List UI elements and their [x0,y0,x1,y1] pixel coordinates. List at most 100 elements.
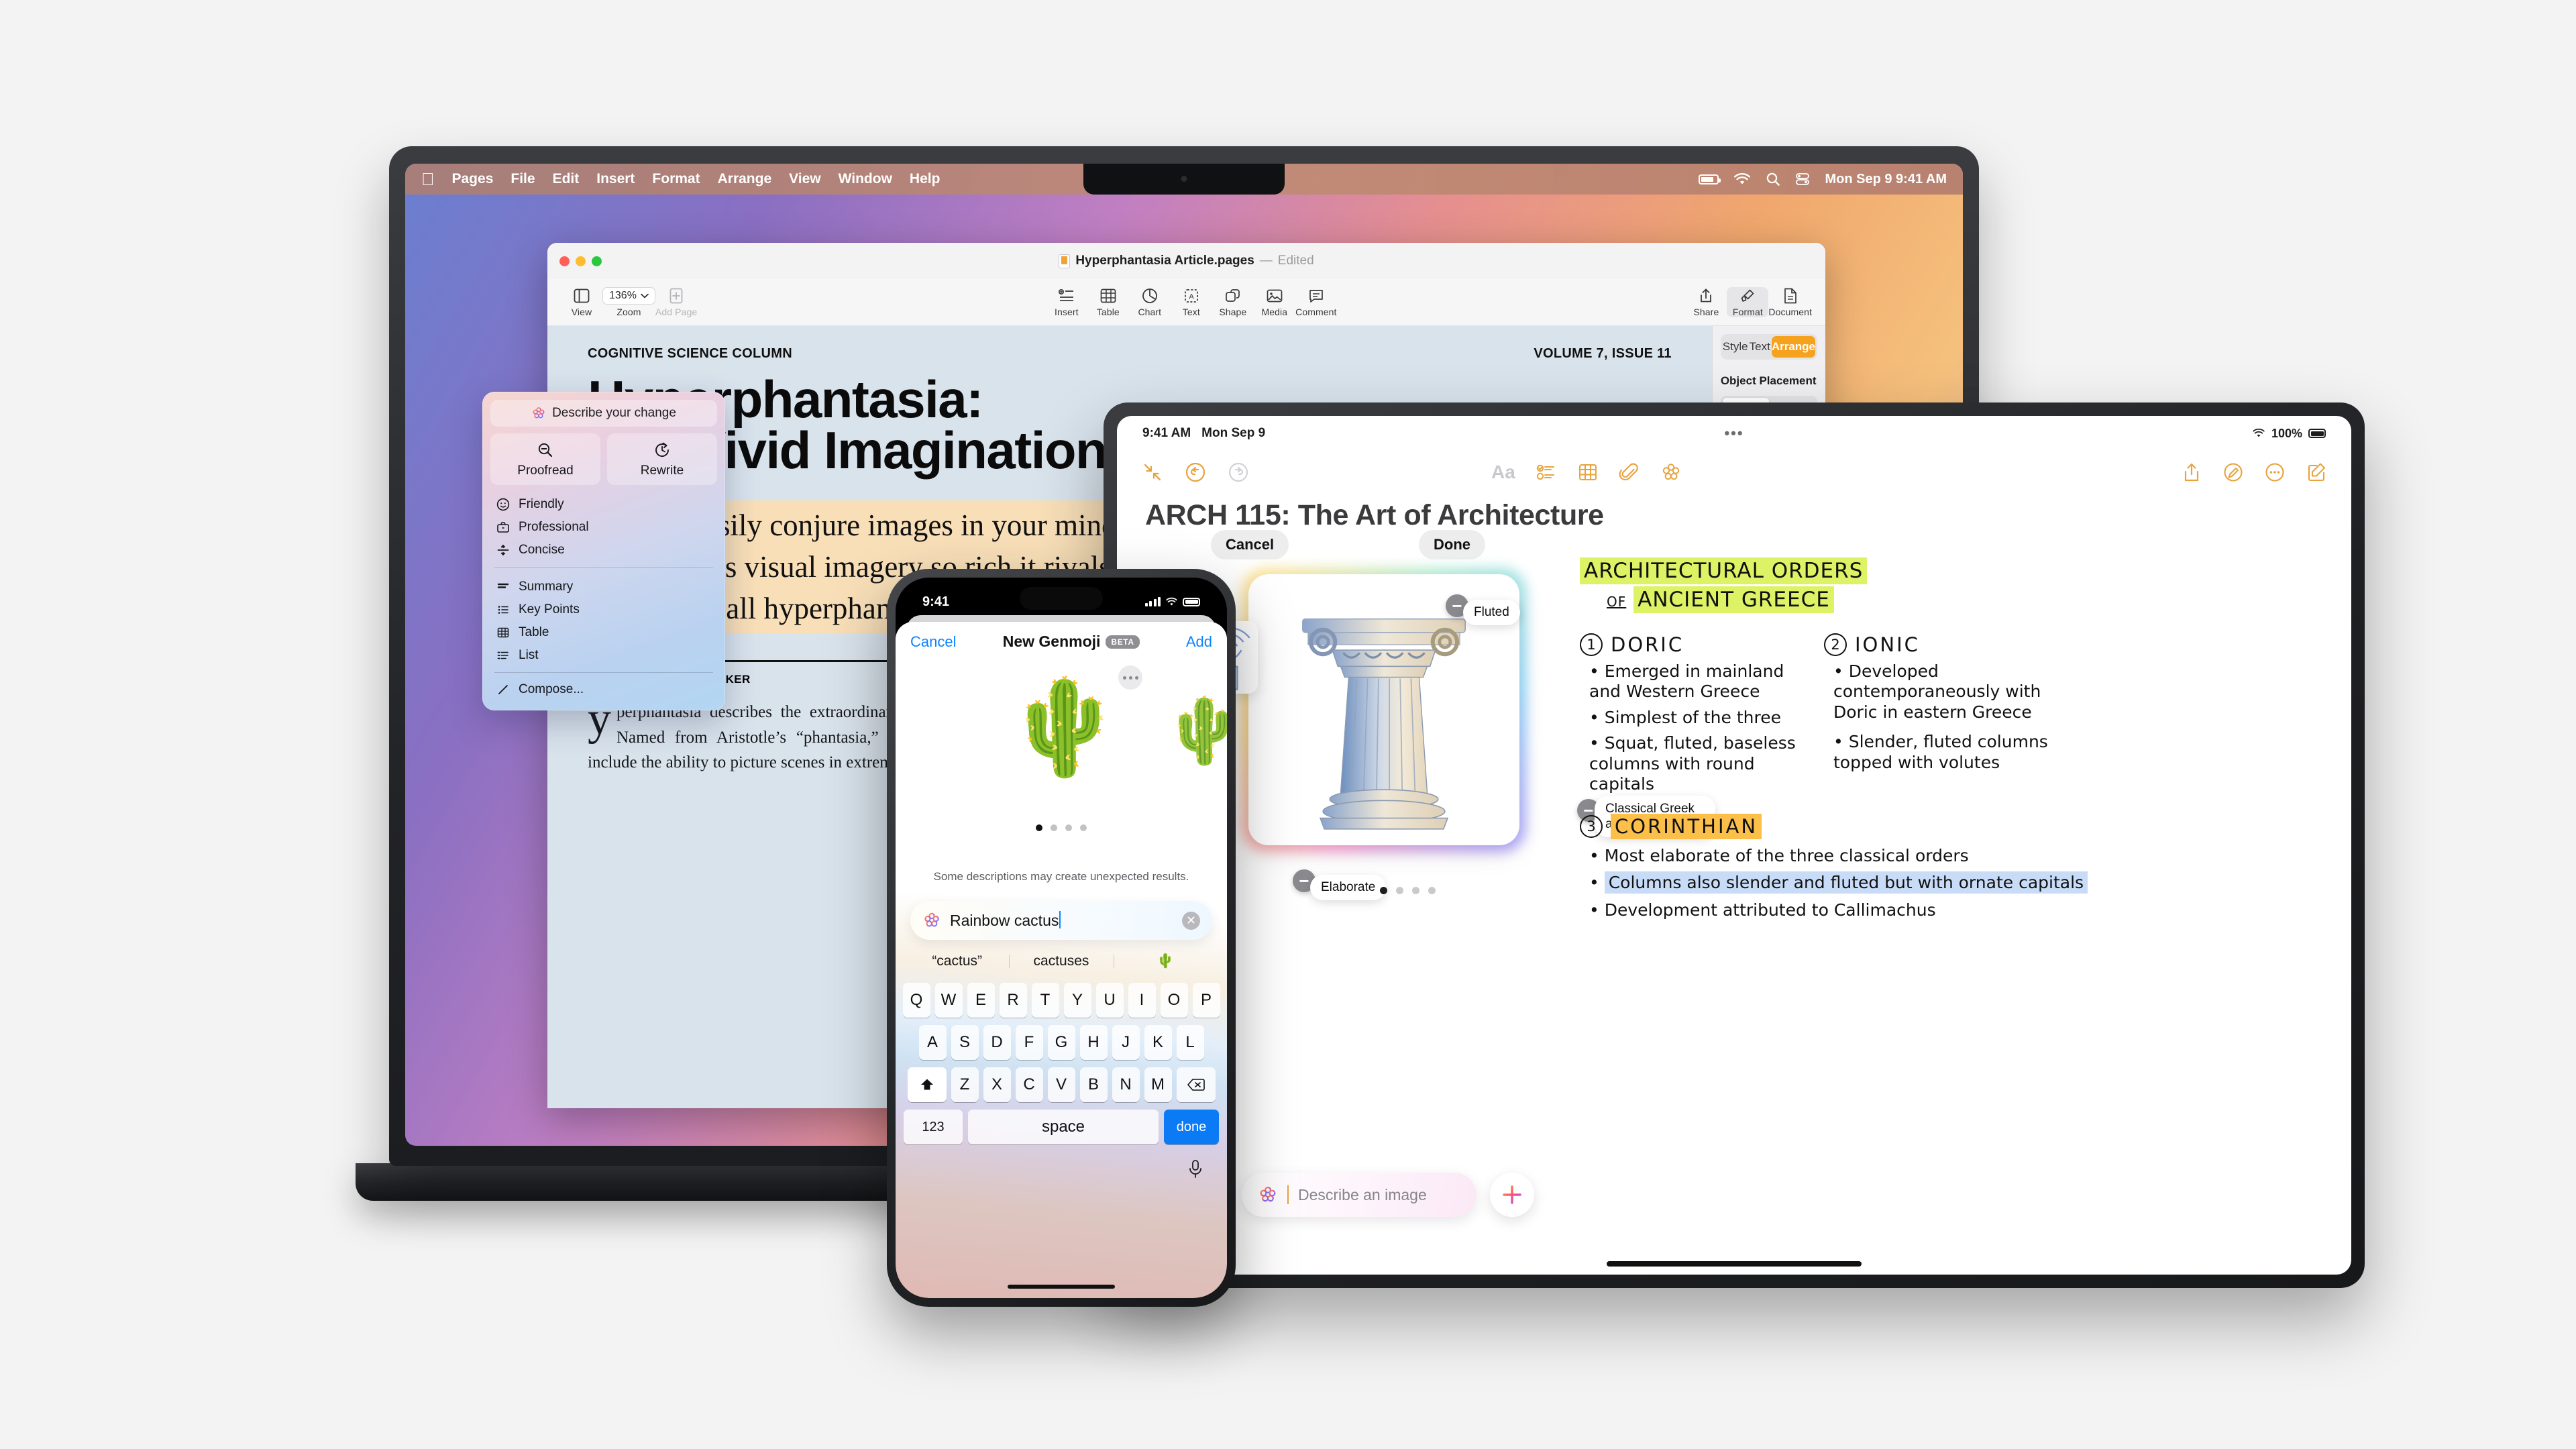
tab-style[interactable]: Style [1723,336,1748,358]
menu-item-file[interactable]: File [511,171,535,187]
control-center-icon[interactable] [1795,172,1810,186]
tab-arrange[interactable]: Arrange [1771,336,1815,358]
proofread-button[interactable]: Proofread [490,433,600,485]
format-tabs[interactable]: Style Text Arrange [1720,334,1817,360]
genmoji-dot-2[interactable] [1051,824,1057,831]
format-list-item[interactable]: List [490,644,717,667]
share-icon[interactable] [2181,462,2202,483]
rainbow-cactus-genmoji-alt[interactable]: 🌵 [1164,699,1227,763]
genmoji-dot-4[interactable] [1080,824,1087,831]
ipad-note-body[interactable]: ARCH 115: The Art of Architecture Cancel… [1117,494,2351,1275]
delete-backspace-icon[interactable] [1176,1067,1216,1102]
key-s[interactable]: S [951,1025,979,1060]
key-d[interactable]: D [983,1025,1011,1060]
menubar-clock[interactable]: Mon Sep 9 9:41 AM [1825,172,1947,187]
key-z[interactable]: Z [951,1067,979,1102]
key-p[interactable]: P [1192,983,1220,1018]
key-c[interactable]: C [1015,1067,1043,1102]
apple-logo-icon[interactable]:  [421,170,435,188]
iphone-home-indicator[interactable] [1008,1285,1115,1289]
image-playground-icon[interactable] [1660,462,1682,483]
playground-page-dots[interactable] [1380,887,1436,894]
format-key-points-item[interactable]: Key Points [490,598,717,621]
suggestion-3[interactable]: 🌵 [1113,949,1218,973]
key-t[interactable]: T [1031,983,1059,1018]
toolbar-zoom-control[interactable]: 136% Zoom [602,287,655,317]
suggestion-2[interactable]: cactuses [1009,949,1113,973]
microphone-icon[interactable] [901,1152,1222,1185]
toolbar-view-button[interactable]: View [561,287,602,317]
key-m[interactable]: M [1144,1067,1172,1102]
toolbar-text-button[interactable]: A Text [1171,287,1212,317]
undo-icon[interactable] [1184,461,1207,484]
clear-x-icon[interactable]: ✕ [1182,911,1200,930]
toolbar-document-button[interactable]: Document [1768,287,1812,317]
key-u[interactable]: U [1095,983,1124,1018]
playground-add-button[interactable] [1490,1173,1534,1217]
more-ellipsis-icon[interactable] [2264,462,2286,483]
page-dot-3[interactable] [1412,887,1419,894]
key-v[interactable]: V [1047,1067,1075,1102]
compose-item[interactable]: Compose... [490,678,717,701]
key-o[interactable]: O [1160,983,1188,1018]
key-b[interactable]: B [1079,1067,1108,1102]
genmoji-dot-1[interactable] [1036,824,1042,831]
key-e[interactable]: E [967,983,995,1018]
tab-text[interactable]: Text [1750,336,1770,358]
key-done[interactable]: done [1164,1110,1219,1144]
compose-icon[interactable] [2306,462,2327,483]
key-y[interactable]: Y [1063,983,1091,1018]
playground-tag-elaborate[interactable]: Elaborate [1310,875,1387,900]
playground-cancel-button[interactable]: Cancel [1211,530,1289,559]
tone-concise-item[interactable]: Concise [490,539,717,561]
table-icon[interactable] [1577,462,1599,483]
collapse-icon[interactable] [1141,461,1164,484]
shift-icon[interactable] [907,1067,947,1102]
key-l[interactable]: L [1176,1025,1204,1060]
text-format-aa-icon[interactable]: Aa [1491,462,1515,483]
key-r[interactable]: R [999,983,1027,1018]
key-a[interactable]: A [918,1025,947,1060]
describe-change-field[interactable]: Describe your change [490,400,717,427]
menu-item-insert[interactable]: Insert [596,171,635,187]
checklist-icon[interactable] [1536,462,1557,483]
battery-icon[interactable] [1699,174,1721,184]
key-w[interactable]: W [934,983,963,1018]
format-table-item[interactable]: Table [490,621,717,644]
genmoji-prompt-input[interactable]: Rainbow cactus ✕ [910,901,1212,940]
toolbar-add-page-button[interactable]: Add Page [655,287,697,317]
key-j[interactable]: J [1112,1025,1140,1060]
suggestion-1[interactable]: “cactus” [905,949,1009,973]
ipad-home-indicator[interactable] [1607,1261,1862,1267]
genmoji-dot-3[interactable] [1065,824,1072,831]
key-k[interactable]: K [1144,1025,1172,1060]
format-summary-item[interactable]: Summary [490,576,717,598]
menu-item-format[interactable]: Format [652,171,700,187]
key-space[interactable]: space [968,1110,1159,1144]
search-icon[interactable] [1766,172,1780,186]
toolbar-media-button[interactable]: Media [1254,287,1295,317]
key-h[interactable]: H [1079,1025,1108,1060]
key-numbers[interactable]: 123 [904,1110,963,1144]
genmoji-cancel-button[interactable]: Cancel [910,633,956,651]
toolbar-share-button[interactable]: Share [1685,287,1727,317]
page-dot-1[interactable] [1380,887,1387,894]
playground-tag-fluted[interactable]: Fluted [1463,600,1520,625]
key-x[interactable]: X [983,1067,1011,1102]
paperclip-icon[interactable] [1619,462,1640,483]
rainbow-cactus-genmoji[interactable]: 🌵 [1006,680,1122,774]
menu-item-help[interactable]: Help [910,171,941,187]
rewrite-button[interactable]: Rewrite [607,433,717,485]
playground-done-button[interactable]: Done [1419,530,1485,559]
key-i[interactable]: I [1128,983,1156,1018]
menu-item-view[interactable]: View [789,171,820,187]
page-dot-2[interactable] [1396,887,1403,894]
menu-item-edit[interactable]: Edit [553,171,580,187]
genmoji-carousel[interactable]: 🌵 🌵 [896,657,1227,835]
describe-image-input[interactable]: Describe an image [1242,1173,1477,1217]
page-dot-4[interactable] [1428,887,1436,894]
toolbar-insert-button[interactable]: Insert [1046,287,1087,317]
toolbar-shape-button[interactable]: Shape [1212,287,1254,317]
genmoji-page-dots[interactable] [896,824,1227,831]
zoom-value-pill[interactable]: 136% [602,287,655,305]
